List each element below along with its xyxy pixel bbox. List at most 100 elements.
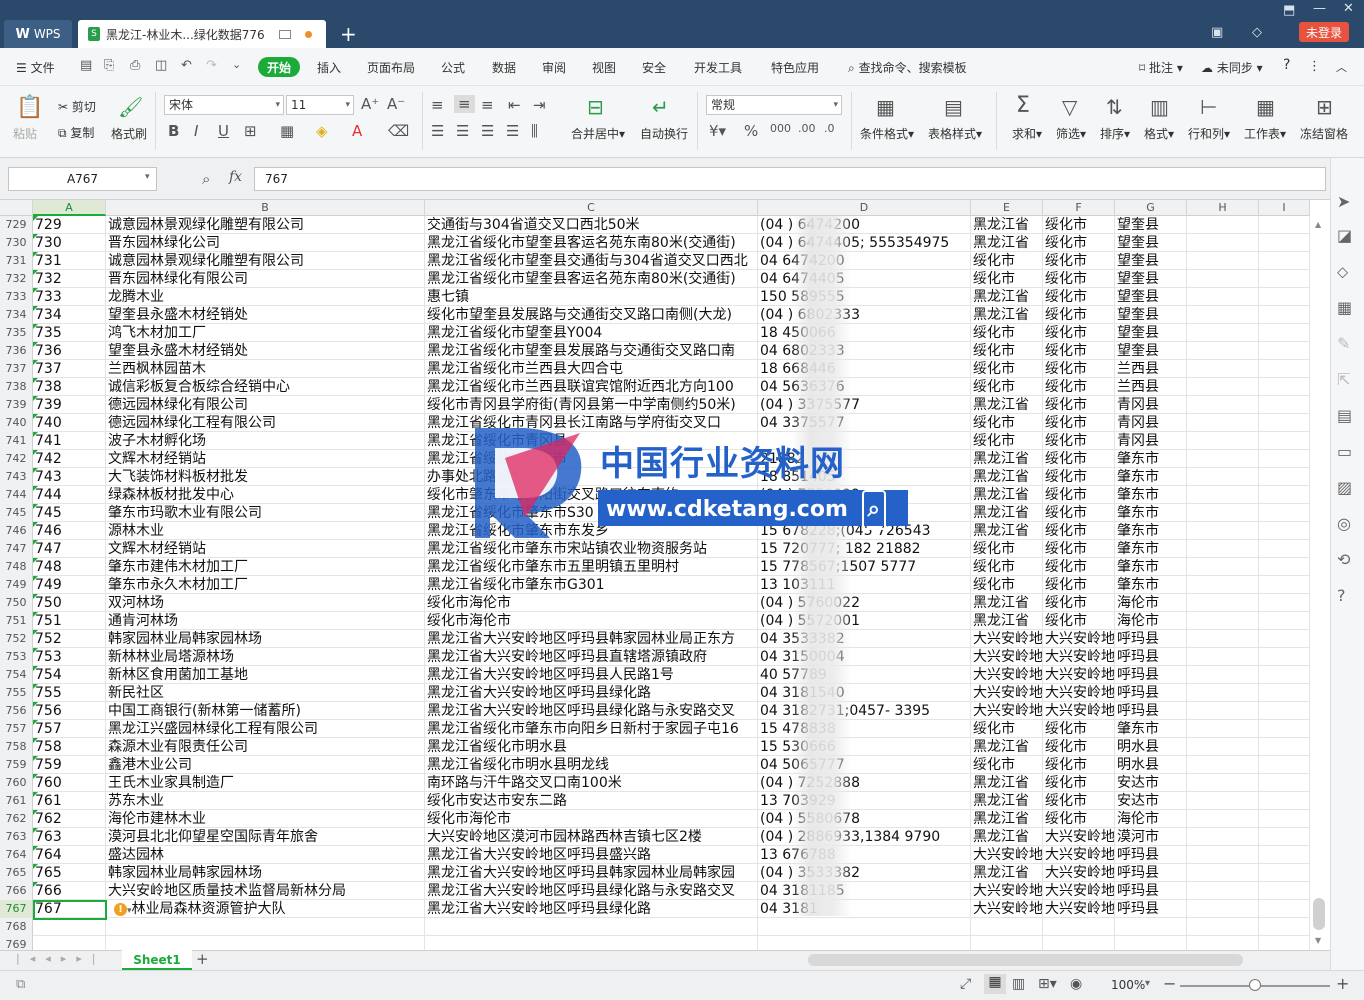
table-cell[interactable]: 呼玛县 xyxy=(1115,648,1187,666)
table-cell[interactable]: 望奎县 xyxy=(1115,306,1187,324)
table-cell[interactable]: 绥化市 xyxy=(971,342,1043,360)
table-cell[interactable] xyxy=(1259,774,1310,792)
format-painter-label[interactable]: 格式刷 xyxy=(111,125,147,142)
table-cell[interactable] xyxy=(1259,522,1310,540)
row-header[interactable]: 758 xyxy=(0,738,33,756)
row-header[interactable]: 765 xyxy=(0,864,33,882)
table-cell[interactable]: 呼玛县 xyxy=(1115,684,1187,702)
table-cell[interactable]: 黑龙江省 xyxy=(971,234,1043,252)
table-cell[interactable]: 绥化市 xyxy=(1043,288,1115,306)
table-cell[interactable]: 韩家园林业局韩家园林场 xyxy=(106,864,425,882)
table-cell[interactable]: 黑龙江省绥化市肇东市G301 xyxy=(425,576,758,594)
table-cell[interactable]: 黑龙江省大兴安岭地区呼玛县绿化路与永安路交叉 xyxy=(425,882,758,900)
table-row[interactable]: 730 730 晋东园林绿化公司 黑龙江省绥化市望奎县客运名苑东南80米(交通街) (0… xyxy=(0,234,1310,252)
table-cell[interactable] xyxy=(1259,630,1310,648)
table-row[interactable]: 749749肇东市永久木材加工厂黑龙江省绥化市肇东市G30113 103111绥… xyxy=(0,576,1310,594)
table-cell[interactable] xyxy=(758,936,971,950)
row-col-label[interactable]: 行和列▾ xyxy=(1188,125,1230,142)
table-cell[interactable]: 大兴安岭地 xyxy=(971,684,1043,702)
horizontal-scrollbar-thumb[interactable] xyxy=(808,954,1243,966)
table-cell[interactable]: 黑龙江省大兴安岭地区呼玛县韩家园林业局韩家园 xyxy=(425,864,758,882)
table-cell[interactable]: 黑龙江省 xyxy=(971,864,1043,882)
shapes-icon[interactable]: ◪ xyxy=(1337,226,1352,245)
distributed-icon[interactable]: ⫼ xyxy=(531,122,538,140)
align-center-icon[interactable]: ☰ xyxy=(456,122,469,140)
table-cell[interactable]: 新林林业局塔源林场 xyxy=(106,648,425,666)
column-header-i[interactable]: I xyxy=(1259,200,1310,216)
row-header[interactable]: 755 xyxy=(0,684,33,702)
table-row[interactable]: 762762海伦市建林木业绥化市海伦市(04 ) 5580678黑龙江省绥化市海… xyxy=(0,810,1310,828)
fullscreen-icon[interactable]: ⤢ xyxy=(960,976,971,992)
freeze-panes-icon[interactable]: ⊞ xyxy=(1316,95,1333,119)
table-cell[interactable] xyxy=(1259,432,1310,450)
table-cell[interactable]: 兰西县 xyxy=(1115,378,1187,396)
paste-icon[interactable]: 📋 xyxy=(16,95,43,120)
row-header[interactable]: 763 xyxy=(0,828,33,846)
table-cell[interactable]: 黑龙江省绥化市兰西县大四合屯 xyxy=(425,360,758,378)
new-tab-button[interactable]: + xyxy=(340,22,357,46)
spreadsheet-grid[interactable]: 729 729 诚意园林景观绿化雕塑有限公司 交通街与304省道交叉口西北50米 (04… xyxy=(0,216,1310,950)
sheet-nav-icons[interactable]: |◂◂▸▸| xyxy=(16,952,106,965)
table-cell[interactable] xyxy=(1187,846,1259,864)
table-cell[interactable]: 730 xyxy=(33,234,106,252)
macro-icon[interactable]: ⧉ xyxy=(16,977,25,992)
table-cell[interactable]: 748 xyxy=(33,558,106,576)
zoom-slider-thumb[interactable] xyxy=(1249,979,1261,991)
zoom-out-icon[interactable]: − xyxy=(1163,974,1176,993)
row-header[interactable]: 729 xyxy=(0,216,33,234)
table-cell[interactable]: 绥化市 xyxy=(971,414,1043,432)
table-cell[interactable] xyxy=(1259,828,1310,846)
table-cell[interactable] xyxy=(1259,360,1310,378)
table-cell[interactable]: 黑龙江省绥化市望奎县客运名苑东南80米(交通街) xyxy=(425,234,758,252)
table-cell[interactable]: 绥化市 xyxy=(1043,234,1115,252)
table-cell[interactable]: 大兴安岭地 xyxy=(971,666,1043,684)
thousands-icon[interactable]: 000 xyxy=(770,122,791,135)
table-cell[interactable] xyxy=(1187,612,1259,630)
table-cell[interactable] xyxy=(1259,576,1310,594)
table-cell[interactable] xyxy=(1187,900,1259,918)
table-cell[interactable] xyxy=(1259,720,1310,738)
table-cell[interactable] xyxy=(1187,378,1259,396)
table-row[interactable]: 757 757 黑龙江兴盛园林绿化工程有限公司 黑龙江省绥化市肇东市向阳乡日新村于家园… xyxy=(0,720,1310,738)
table-cell[interactable] xyxy=(1187,252,1259,270)
align-top-icon[interactable]: ≡ xyxy=(431,96,444,114)
table-cell[interactable] xyxy=(1187,558,1259,576)
table-cell[interactable]: 新林区食用菌加工基地 xyxy=(106,666,425,684)
align-left-icon[interactable]: ☰ xyxy=(431,122,444,140)
table-cell[interactable]: 绥化市 xyxy=(1043,720,1115,738)
table-cell[interactable]: 绥化市 xyxy=(1043,414,1115,432)
table-cell[interactable]: 黑龙江省 xyxy=(971,216,1043,234)
table-cell[interactable]: 绥化市海伦市 xyxy=(425,612,758,630)
table-cell[interactable]: 绥化市 xyxy=(1043,378,1115,396)
document-tab[interactable]: S 黑龙江-林业木...绿化数据776 xyxy=(78,20,326,48)
row-header[interactable]: 731 xyxy=(0,252,33,270)
table-cell[interactable]: 呼玛县 xyxy=(1115,900,1187,918)
table-cell[interactable]: 黑龙江省 xyxy=(971,288,1043,306)
table-cell[interactable]: 海伦市 xyxy=(1115,810,1187,828)
table-cell[interactable]: 绥化市 xyxy=(1043,756,1115,774)
decrease-indent-icon[interactable]: ⇤ xyxy=(508,96,521,114)
table-cell[interactable] xyxy=(1043,918,1115,936)
table-cell[interactable] xyxy=(1187,576,1259,594)
table-cell[interactable] xyxy=(1259,648,1310,666)
font-size-select[interactable]: 11 xyxy=(286,95,354,115)
pen-icon[interactable]: ✎ xyxy=(1337,334,1350,353)
italic-icon[interactable]: I xyxy=(194,122,198,140)
table-cell[interactable] xyxy=(1187,666,1259,684)
table-cell[interactable]: 黑龙江省 xyxy=(971,396,1043,414)
table-cell[interactable]: 漠河市 xyxy=(1115,828,1187,846)
table-cell[interactable] xyxy=(1187,594,1259,612)
table-cell[interactable] xyxy=(1259,234,1310,252)
table-cell[interactable]: 750 xyxy=(33,594,106,612)
conditional-format-icon[interactable]: ▦ xyxy=(876,95,895,119)
row-header[interactable]: 750 xyxy=(0,594,33,612)
table-cell[interactable]: 747 xyxy=(33,540,106,558)
table-cell[interactable] xyxy=(1259,216,1310,234)
table-cell[interactable]: 肇东市 xyxy=(1115,576,1187,594)
row-header[interactable]: 736 xyxy=(0,342,33,360)
table-cell[interactable] xyxy=(971,918,1043,936)
table-cell[interactable] xyxy=(1259,288,1310,306)
table-cell[interactable]: 兰西枫林园苗木 xyxy=(106,360,425,378)
table-cell[interactable]: 绥化市 xyxy=(971,756,1043,774)
conditional-format-label[interactable]: 条件格式▾ xyxy=(860,125,914,142)
